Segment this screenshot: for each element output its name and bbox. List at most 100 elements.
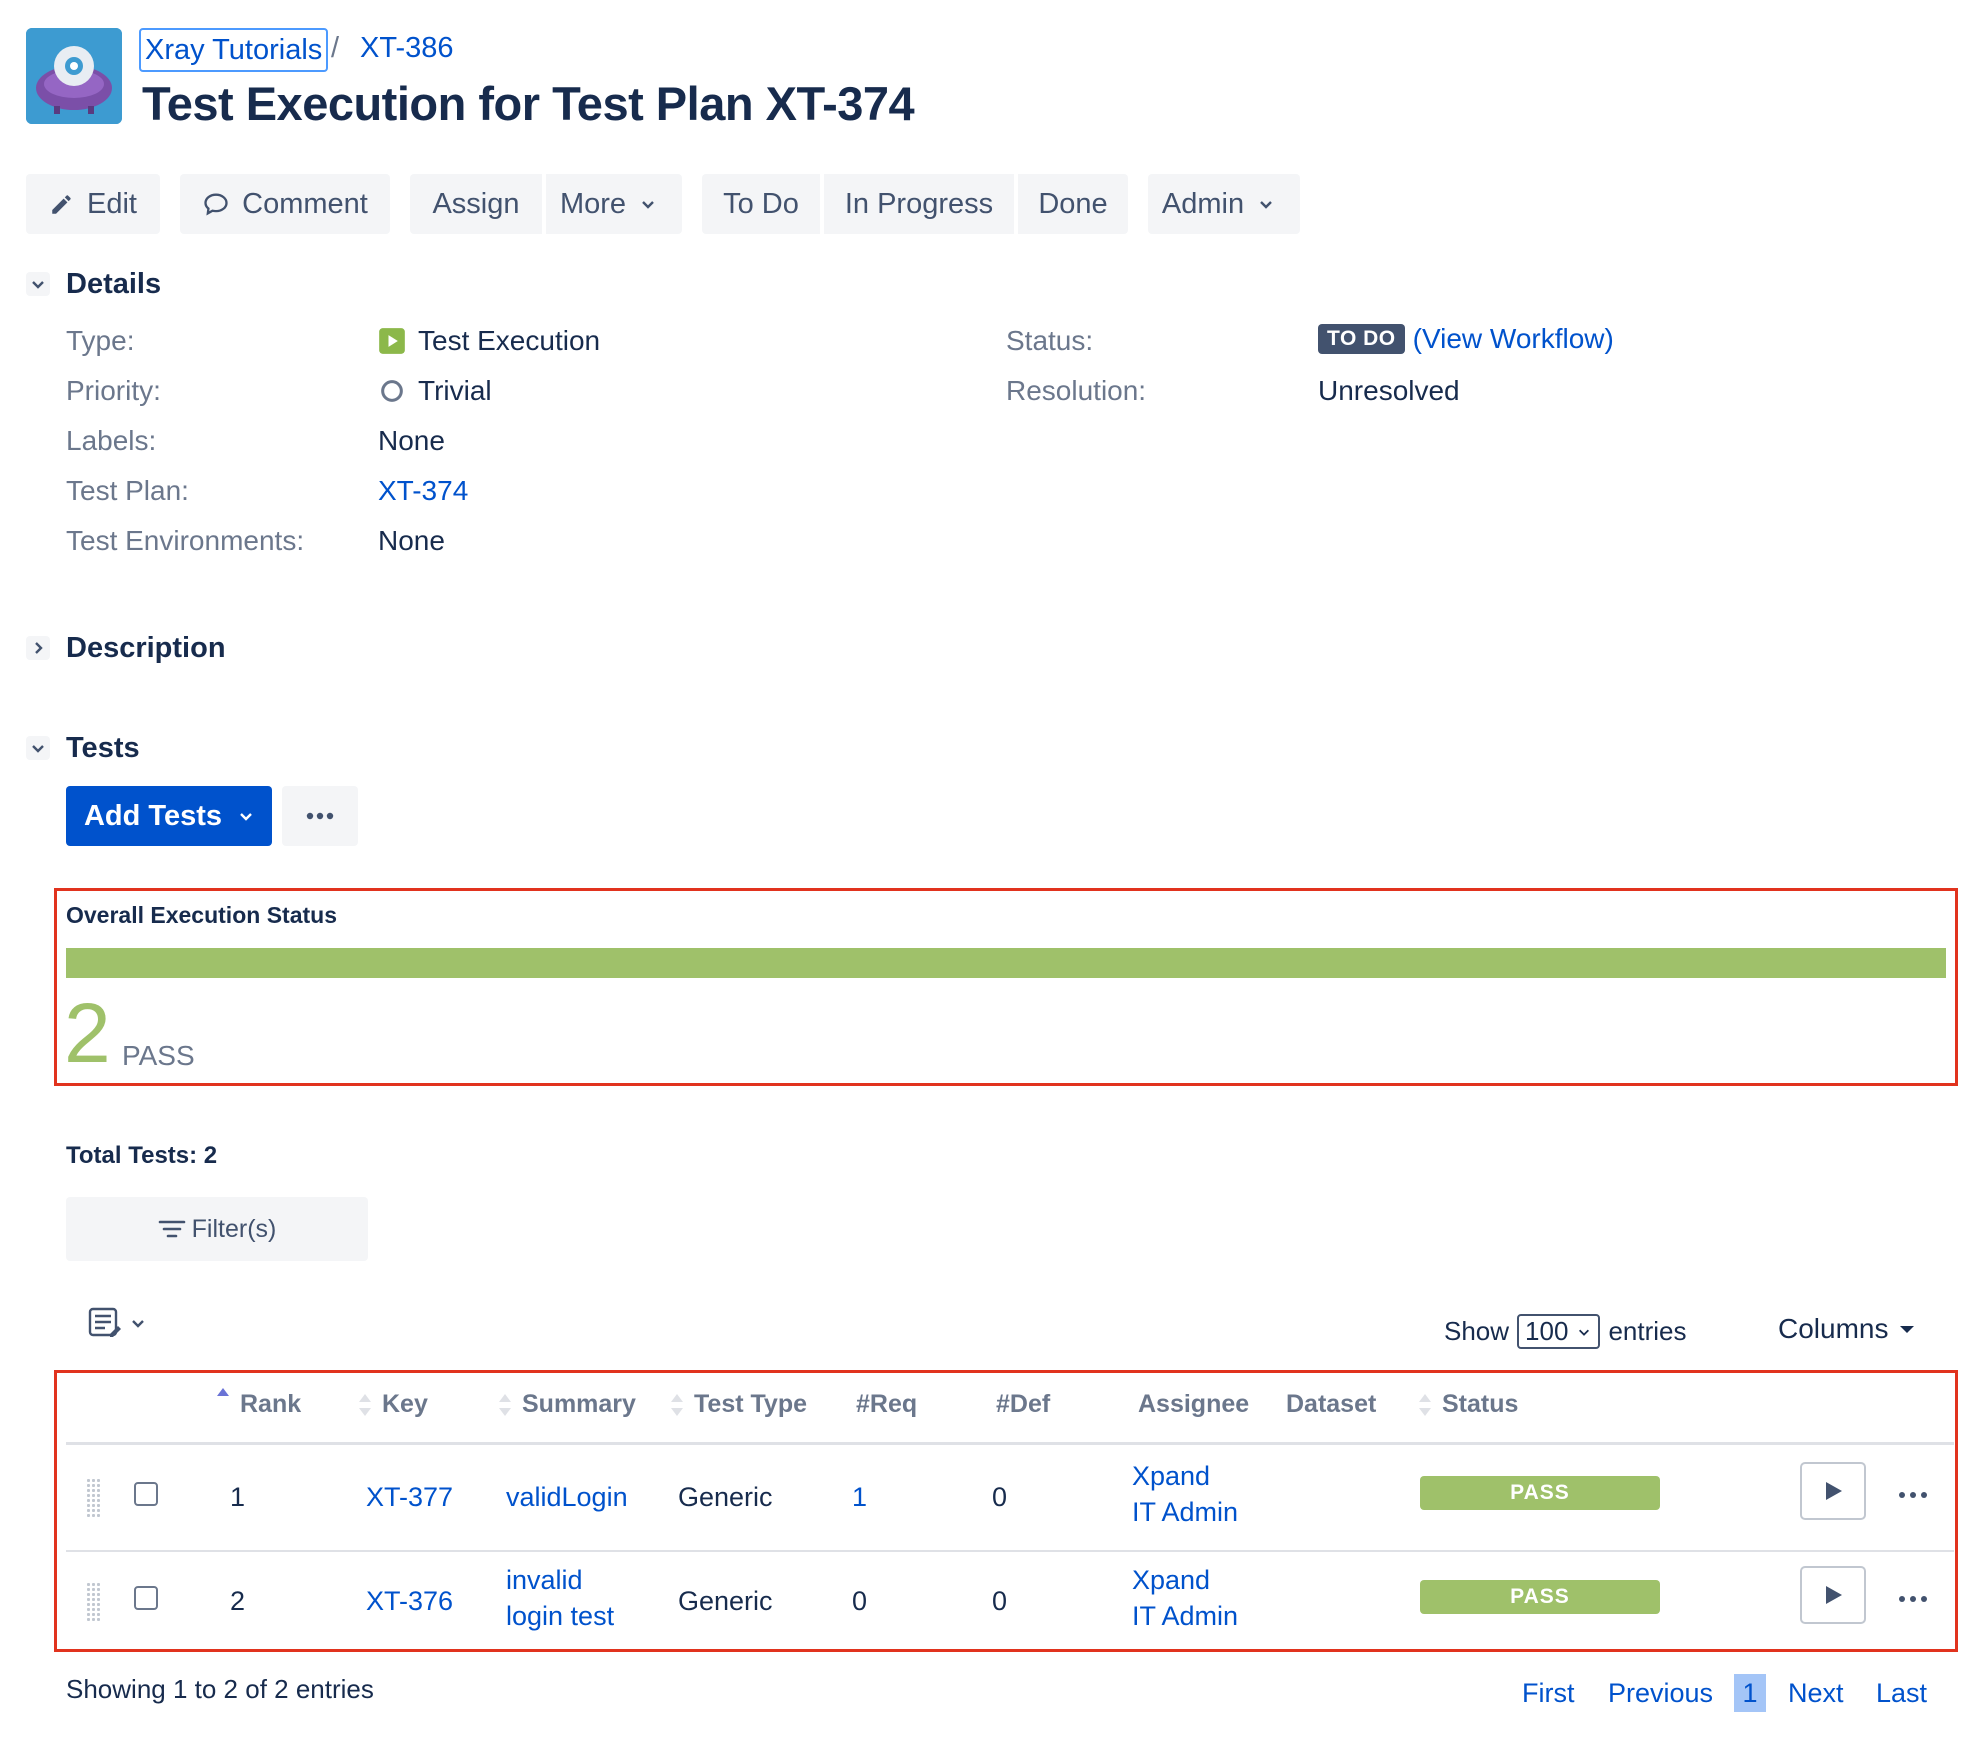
filter-icon — [158, 1220, 185, 1238]
chevron-right-icon — [35, 642, 43, 654]
row-key-link[interactable]: XT-376 — [366, 1586, 453, 1617]
row-summary-line-1: invalid — [506, 1565, 583, 1595]
status-badge: TO DO — [1318, 324, 1405, 354]
breadcrumb-issue-link[interactable]: XT-386 — [360, 28, 454, 68]
entries-label: entries — [1608, 1316, 1687, 1346]
edit-label: Edit — [87, 187, 137, 220]
add-tests-label: Add Tests — [83, 799, 223, 832]
tests-more-actions-button[interactable] — [282, 786, 358, 846]
play-icon — [1826, 1586, 1842, 1604]
pagination-first[interactable]: First — [1522, 1678, 1574, 1709]
column-settings-button[interactable] — [88, 1306, 146, 1340]
summary-column-header[interactable]: Summary — [498, 1390, 636, 1419]
edit-button[interactable]: Edit — [26, 174, 160, 234]
to-do-transition-button[interactable]: To Do — [702, 174, 820, 234]
ellipsis-icon — [1899, 1596, 1927, 1602]
overall-status-highlight — [54, 888, 1958, 1086]
row-assignee-line-2: IT Admin — [1132, 1497, 1239, 1527]
execute-button[interactable] — [1800, 1566, 1866, 1624]
entries-per-page: Show 100 entries — [1444, 1314, 1686, 1349]
showing-entries-info: Showing 1 to 2 of 2 entries — [66, 1674, 374, 1704]
pagination-next[interactable]: Next — [1788, 1678, 1844, 1709]
breadcrumb-project-link[interactable]: Xray Tutorials — [139, 28, 329, 72]
add-tests-button[interactable]: Add Tests — [66, 786, 272, 846]
pagination-current-page[interactable]: 1 — [1734, 1674, 1766, 1712]
description-heading: Description — [66, 632, 226, 664]
drag-handle-icon[interactable] — [86, 1582, 102, 1622]
labels-value: None — [378, 425, 445, 456]
comment-button[interactable]: Comment — [180, 174, 390, 234]
pencil-icon — [52, 195, 71, 214]
row-assignee-line-1: Xpand — [1132, 1461, 1211, 1491]
drag-handle-icon[interactable] — [86, 1478, 102, 1518]
details-heading: Details — [66, 268, 162, 300]
row-assignee-line-1: Xpand — [1132, 1565, 1211, 1595]
test-execution-icon — [379, 328, 405, 354]
chevron-down-icon — [240, 813, 252, 821]
pagination-previous[interactable]: Previous — [1608, 1678, 1713, 1709]
key-column-header[interactable]: Key — [358, 1390, 428, 1419]
row-checkbox[interactable] — [134, 1482, 158, 1506]
status-column-header[interactable]: Status — [1418, 1390, 1518, 1419]
rank-column-header[interactable]: Rank — [216, 1388, 302, 1419]
table-row — [66, 1552, 1954, 1648]
row-rank: 2 — [230, 1586, 246, 1616]
table-edit-icon — [88, 1307, 121, 1337]
view-workflow-link[interactable]: View Workflow — [1422, 323, 1605, 355]
row-checkbox[interactable] — [134, 1586, 158, 1610]
chevron-down-icon — [1260, 201, 1272, 209]
test-type-column-header[interactable]: Test Type — [670, 1390, 807, 1419]
description-toggle[interactable] — [26, 636, 50, 660]
details-toggle[interactable] — [26, 272, 50, 296]
key-header-label: Key — [382, 1390, 428, 1418]
row-summary-link[interactable]: validLogin — [506, 1482, 628, 1513]
sort-icon — [1419, 1394, 1431, 1417]
in-progress-transition-button[interactable]: In Progress — [824, 174, 1014, 234]
sort-icon — [499, 1394, 511, 1417]
assign-button[interactable]: Assign — [410, 174, 542, 234]
type-value: Test Execution — [378, 325, 600, 357]
priority-trivial-icon — [381, 380, 403, 402]
sort-ascending-icon — [217, 1388, 229, 1396]
pagination-last[interactable]: Last — [1876, 1678, 1927, 1709]
row-rank: 1 — [230, 1482, 246, 1512]
rank-header-label: Rank — [240, 1390, 302, 1418]
filters-button[interactable]: Filter(s) — [66, 1197, 368, 1261]
more-button[interactable]: More — [546, 174, 682, 234]
row-assignee-link[interactable]: Xpand IT Admin — [1132, 1458, 1238, 1530]
row-req-link[interactable]: 1 — [852, 1482, 867, 1513]
filters-label: Filter(s) — [191, 1214, 277, 1243]
pass-count: 2 — [64, 986, 111, 1080]
row-assignee-link[interactable]: Xpand IT Admin — [1132, 1562, 1238, 1634]
row-more-button[interactable] — [1898, 1486, 1928, 1504]
row-assignee-line-2: IT Admin — [1132, 1601, 1239, 1631]
ellipsis-icon — [1899, 1492, 1927, 1498]
columns-dropdown[interactable]: Columns — [1778, 1313, 1916, 1345]
project-avatar[interactable] — [26, 28, 122, 124]
row-summary-link[interactable]: invalid login test — [506, 1562, 614, 1634]
summary-header-label: Summary — [522, 1390, 636, 1418]
req-column-header: #Req — [856, 1390, 918, 1418]
row-status-badge: PASS — [1420, 1580, 1660, 1614]
ellipsis-icon — [306, 812, 334, 820]
row-def: 0 — [992, 1482, 1008, 1512]
robot-icon — [26, 28, 122, 124]
row-more-button[interactable] — [1898, 1590, 1928, 1608]
row-test-type: Generic — [678, 1482, 773, 1512]
show-label: Show — [1444, 1316, 1510, 1346]
admin-button[interactable]: Admin — [1148, 174, 1300, 234]
entries-select[interactable]: 100 — [1517, 1314, 1601, 1349]
labels-label: Labels: — [66, 425, 157, 456]
test-plan-link[interactable]: XT-374 — [378, 475, 468, 507]
priority-value-text: Trivial — [418, 375, 492, 406]
caret-down-icon — [1900, 1326, 1915, 1333]
tests-toggle[interactable] — [26, 736, 50, 760]
row-req: 0 — [852, 1586, 868, 1616]
row-status-badge: PASS — [1420, 1476, 1660, 1510]
more-label: More — [559, 187, 627, 220]
done-transition-button[interactable]: Done — [1018, 174, 1128, 234]
row-key-link[interactable]: XT-377 — [366, 1482, 453, 1513]
chevron-down-icon — [32, 745, 44, 753]
execute-button[interactable] — [1800, 1462, 1866, 1520]
in-progress-label: In Progress — [844, 187, 994, 220]
